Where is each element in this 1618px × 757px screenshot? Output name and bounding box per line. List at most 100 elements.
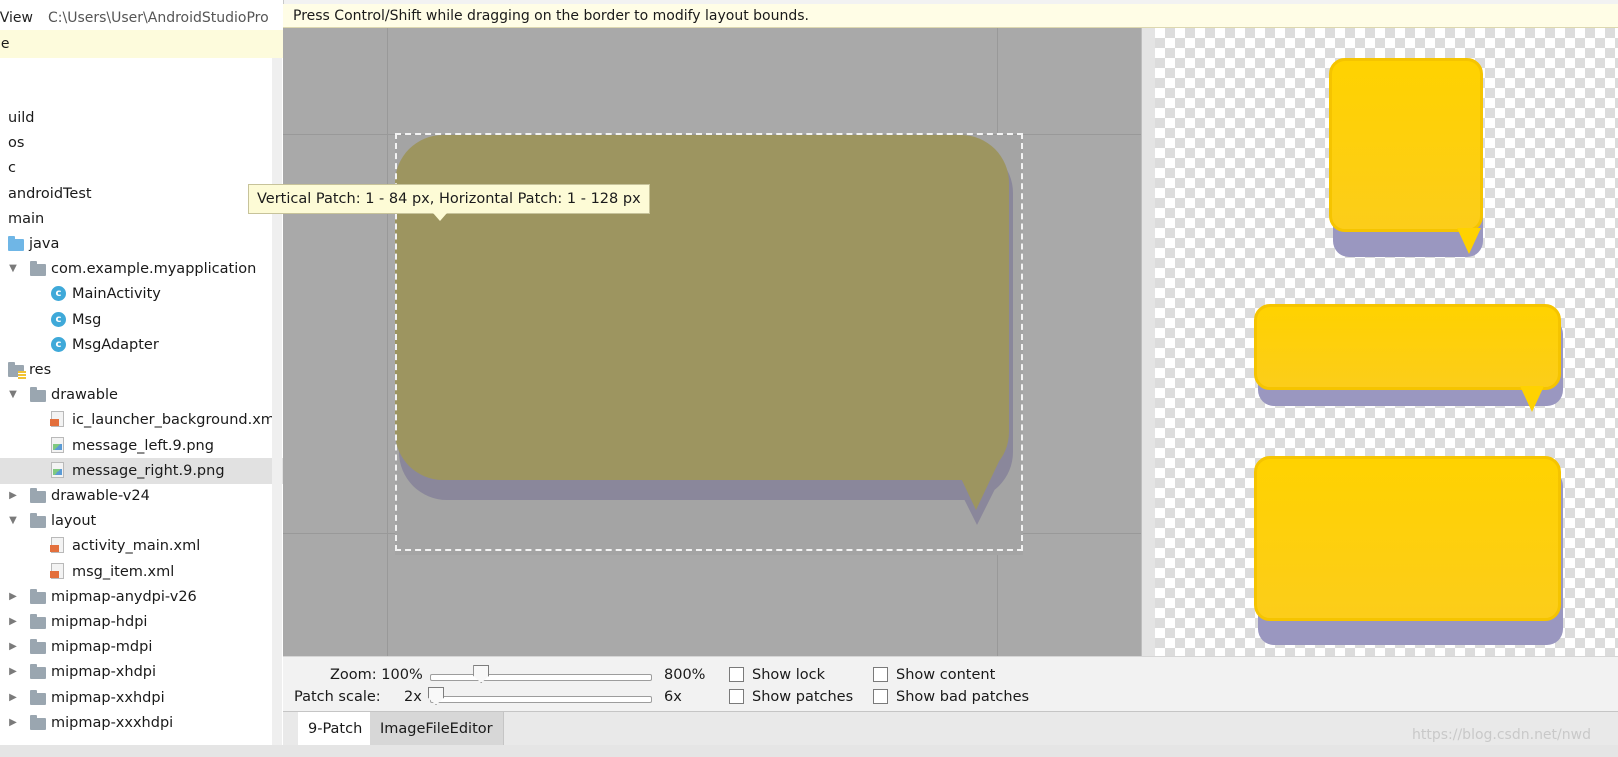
tree-item[interactable]: res [0,357,283,383]
preview-splitter[interactable] [1141,28,1156,656]
collapsed-arrow-icon[interactable]: ▶ [7,584,19,610]
hint-bar: Press Control/Shift while dragging on th… [283,4,1618,28]
tree-item[interactable]: os [0,130,283,156]
project-tree-panel: rView C:\Users\User\AndroidStudioPro le … [0,0,284,757]
tree-item[interactable]: ▶ mipmap-anydpi-v26 [0,584,283,610]
tree-item[interactable]: ▶ mipmap-mdpi [0,634,283,660]
tab-image-file-editor-label: ImageFileEditor [380,721,493,737]
patch-scale-slider[interactable] [430,696,652,703]
project-root-row[interactable]: le [0,30,283,58]
zoom-slider[interactable] [430,674,652,681]
preview-bubble [1254,456,1561,621]
patch-tooltip-text: Vertical Patch: 1 - 84 px, Horizontal Pa… [257,191,641,207]
preview-vertical-stretch [1329,58,1489,288]
tree-item-label: drawable-v24 [51,488,150,504]
tree-item-label: Msg [72,311,102,328]
show-patches-checkbox[interactable] [729,689,744,704]
preview-tail [1520,386,1544,412]
preview-both-stretch [1254,456,1618,656]
tree-scrollbar[interactable] [272,58,282,757]
preview-horizontal-stretch [1254,304,1618,424]
tree-item[interactable]: ic_launcher_background.xml [0,407,283,433]
tree-item[interactable]: c [0,155,283,181]
expanded-arrow-icon[interactable]: ▼ [7,508,19,534]
preview-bubble [1254,304,1561,390]
tree-item-label: MsgAdapter [72,336,159,353]
patch-scale-label: Patch scale: [294,689,381,705]
tree-item[interactable]: androidTest [0,181,283,207]
patch-tooltip: Vertical Patch: 1 - 84 px, Horizontal Pa… [248,184,650,221]
tree-item-label: os [8,135,25,152]
hint-text: Press Control/Shift while dragging on th… [293,8,809,24]
tree-item[interactable]: message_right.9.png [0,457,283,484]
tab-image-file-editor[interactable]: ImageFileEditor [370,712,504,746]
tree-item-label: layout [51,513,97,530]
patch-scale-max-label: 6x [664,689,682,705]
tree-item[interactable]: ▶ drawable-v24 [0,483,283,509]
bottom-status-strip [0,745,1618,757]
show-lock-checkbox[interactable] [729,667,744,682]
tree-item-label: msg_item.xml [72,563,175,580]
collapsed-arrow-icon[interactable]: ▶ [7,483,19,509]
tree-item-label: message_right.9.png [72,462,225,479]
show-content-checkbox[interactable] [873,667,888,682]
show-lock-label[interactable]: Show lock [752,665,825,685]
patch-scale-min-label: 2x [404,689,422,705]
collapsed-arrow-icon[interactable]: ▶ [7,609,19,635]
tree-item[interactable]: main [0,206,283,232]
zoom-max-label: 800% [664,667,706,683]
show-patches-label[interactable]: Show patches [752,687,853,707]
tree-item-label: mipmap-mdpi [51,639,153,656]
tree-item[interactable]: ▶ mipmap-hdpi [0,609,283,635]
tree-item-label: mipmap-xxhdpi [51,689,165,706]
show-bad-patches-label[interactable]: Show bad patches [896,687,1029,707]
collapsed-arrow-icon[interactable]: ▶ [7,634,19,660]
project-path: C:\Users\User\AndroidStudioPro [48,10,269,26]
collapsed-arrow-icon[interactable]: ▶ [7,659,19,685]
tree-item-label: main [8,210,45,227]
tree-item[interactable]: ▶ mipmap-xxxhdpi [0,710,283,736]
tree-item-label: mipmap-xhdpi [51,664,157,681]
tree-item-label: mipmap-hdpi [51,614,148,630]
tree-item[interactable]: ▼ drawable [0,382,283,408]
tree-item[interactable]: java [0,231,283,257]
tree-item[interactable]: msg_item.xml [0,559,283,585]
tree-item-label: message_left.9.png [72,437,214,454]
tree-item-label: c [8,160,16,177]
tree-item-label: ic_launcher_background.xml [72,412,279,429]
tree-item-label: com.example.myapplication [51,261,257,278]
nine-patch-canvas[interactable] [283,28,1141,656]
tree-item-label: java [29,236,60,252]
tree-item[interactable]: activity_main.xml [0,533,283,559]
tab-9-patch[interactable]: 9-Patch [298,712,374,746]
tree-item-label: MainActivity [72,286,161,303]
tree-item[interactable]: c MsgAdapter [0,332,283,358]
nine-patch-controls: Zoom: 100% 800% Patch scale: 2x 6x Show … [283,656,1618,712]
patch-guide-vertical-left[interactable] [387,28,388,656]
tree-item[interactable]: ▼ com.example.myapplication [0,256,283,282]
tree-item[interactable]: ▼ layout [0,508,283,534]
preview-bubble [1329,58,1483,232]
tree-item[interactable]: c MainActivity [0,281,283,307]
expanded-arrow-icon[interactable]: ▼ [7,382,19,408]
zoom-label: Zoom: 100% [330,667,423,683]
project-view-header: rView C:\Users\User\AndroidStudioPro [0,4,283,32]
show-bad-patches-checkbox[interactable] [873,689,888,704]
project-view-title[interactable]: rView [0,4,33,32]
tree-item[interactable]: message_left.9.png [0,433,283,459]
tree-item-label: androidTest [8,185,92,202]
show-content-label[interactable]: Show content [896,665,995,685]
tree-item[interactable]: c Msg [0,307,283,333]
collapsed-arrow-icon[interactable]: ▶ [7,710,19,736]
tree-item[interactable]: ▶ mipmap-xhdpi [0,659,283,685]
tree-item[interactable]: ▶ mipmap-xxhdpi [0,685,283,711]
tree-item-label: activity_main.xml [72,538,201,555]
preview-tail [1457,228,1481,254]
tree-item-label: drawable [51,387,118,404]
watermark-text: https://blog.csdn.net/nwd [1412,727,1591,743]
tree-item[interactable]: uild [0,105,283,131]
tree-item-label: res [29,362,52,378]
expanded-arrow-icon[interactable]: ▼ [7,256,19,282]
collapsed-arrow-icon[interactable]: ▶ [7,685,19,711]
stretch-preview-panel [1155,28,1618,656]
